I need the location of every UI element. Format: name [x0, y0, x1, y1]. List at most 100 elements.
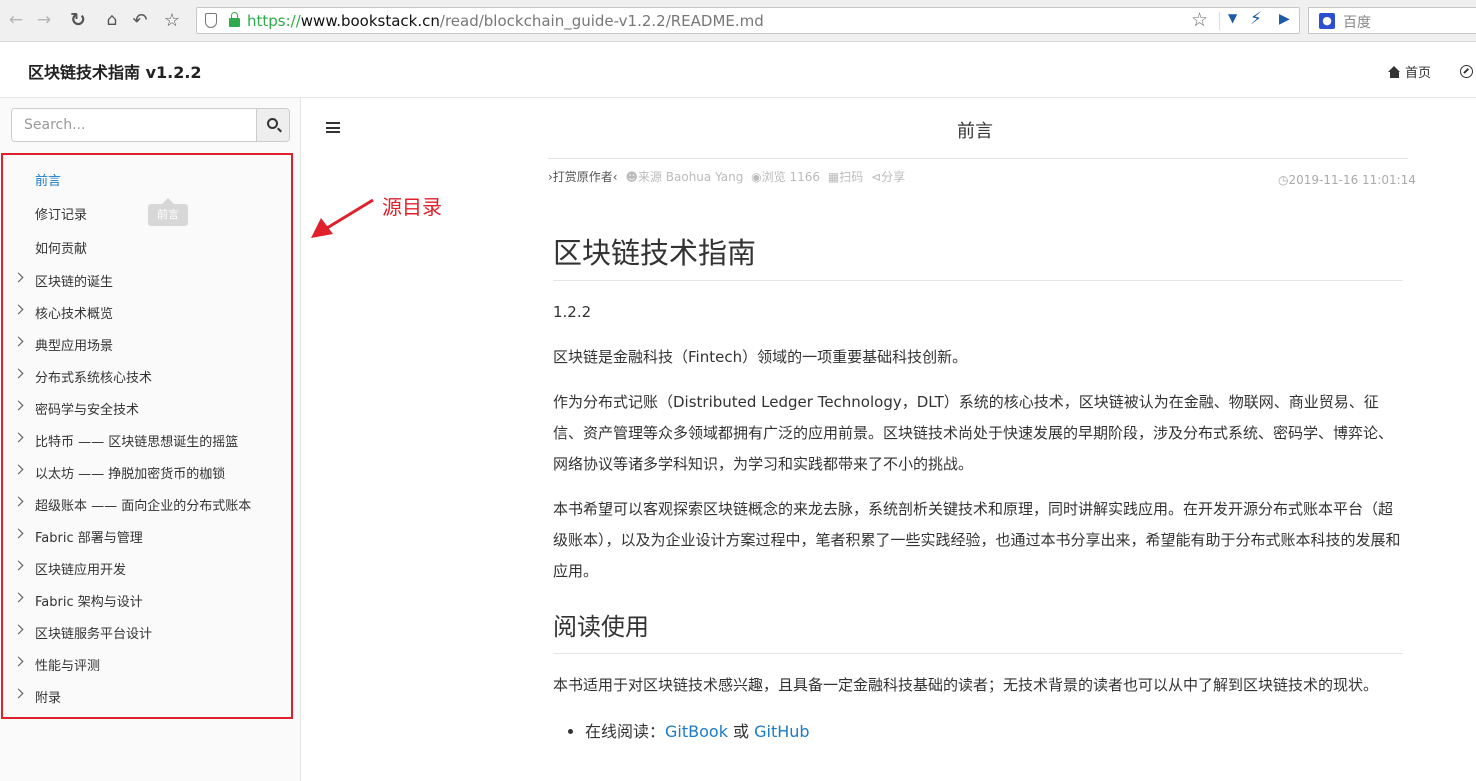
- reload-icon[interactable]: ↻: [66, 8, 90, 32]
- paragraph: 本书适用于对区块链技术感兴趣，且具备一定金融科技基础的读者；无技术背景的读者也可…: [553, 676, 1379, 694]
- chevron-right-icon[interactable]: [13, 528, 24, 539]
- sidebar-item[interactable]: 比特币 —— 区块链思想诞生的摇篮: [0, 424, 290, 456]
- sidebar-item-label: 区块链应用开发: [35, 563, 127, 578]
- publish-time: ◷2019-11-16 11:01:14: [1278, 173, 1416, 187]
- sidebar-search: [11, 108, 290, 142]
- divider: [548, 158, 1408, 159]
- list-item-text: 或: [727, 722, 755, 741]
- undo-icon[interactable]: ↶: [128, 8, 152, 32]
- chevron-right-icon[interactable]: [13, 336, 24, 347]
- sidebar-item[interactable]: 典型应用场景: [0, 328, 290, 360]
- annotation-label: 源目录: [382, 195, 442, 219]
- chevron-right-icon[interactable]: [13, 624, 24, 635]
- version-text: 1.2.2: [553, 303, 592, 321]
- sidebar-item[interactable]: Fabric 架构与设计: [0, 584, 290, 616]
- favorite-star-icon[interactable]: ☆: [1191, 9, 1208, 31]
- search-button[interactable]: [256, 109, 289, 141]
- reward-author-link[interactable]: ›打赏原作者‹: [548, 170, 618, 184]
- chevron-right-icon[interactable]: [13, 272, 24, 283]
- share-icon: ⊲: [871, 170, 882, 184]
- divider: [1219, 12, 1220, 30]
- sidebar-item-label: Fabric 部署与管理: [35, 531, 143, 546]
- page-title: 前言: [957, 121, 993, 142]
- chevron-right-icon[interactable]: [13, 688, 24, 699]
- sidebar-item[interactable]: 区块链服务平台设计: [0, 616, 290, 648]
- site-header: 区块链技术指南 v1.2.2 首页: [0, 42, 1476, 98]
- forward-arrow-icon[interactable]: →: [32, 8, 56, 32]
- sidebar-item-label: Fabric 架构与设计: [35, 595, 143, 610]
- search-icon: [267, 118, 278, 129]
- sidebar-item-label: 前言: [35, 174, 62, 189]
- sidebar-item-label: 超级账本 —— 面向企业的分布式账本: [35, 499, 252, 514]
- sidebar-item[interactable]: 前言: [0, 163, 290, 195]
- sidebar-item[interactable]: 分布式系统核心技术: [0, 360, 290, 392]
- bookmark-star-icon[interactable]: ☆: [160, 8, 184, 32]
- chevron-right-icon[interactable]: [13, 368, 24, 379]
- sidebar-item[interactable]: 区块链应用开发: [0, 552, 290, 584]
- sidebar-item[interactable]: 核心技术概览: [0, 296, 290, 328]
- menu-toggle-icon[interactable]: [326, 122, 340, 133]
- chevron-right-icon[interactable]: [13, 432, 24, 443]
- bullet-list: 在线阅读：GitBook 或 GitHub: [553, 717, 1403, 747]
- browser-search-box[interactable]: ● 百度: [1308, 7, 1476, 34]
- user-icon: ☻: [625, 170, 638, 184]
- sidebar-item[interactable]: 修订记录: [0, 197, 290, 229]
- lightning-icon[interactable]: ⚡: [1250, 9, 1262, 29]
- sidebar-item[interactable]: Fabric 部署与管理: [0, 520, 290, 552]
- sidebar-item-label: 修订记录: [35, 208, 88, 223]
- url-text[interactable]: https://www.bookstack.cn/read/blockchain…: [247, 12, 764, 30]
- dropdown-arrow-icon[interactable]: ▼: [1228, 11, 1237, 25]
- sidebar-item-label: 典型应用场景: [35, 339, 114, 354]
- paragraph: 作为分布式记账（Distributed Ledger Technology，DL…: [553, 393, 1394, 473]
- home-link[interactable]: 首页: [1388, 62, 1431, 81]
- url-path: /read/blockchain_guide-v1.2.2/README.md: [439, 12, 764, 30]
- back-arrow-icon[interactable]: ←: [4, 8, 28, 32]
- sidebar-item[interactable]: 超级账本 —— 面向企业的分布式账本: [0, 488, 290, 520]
- paragraph: 区块链是金融科技（Fintech）领域的一项重要基础科技创新。: [553, 348, 968, 366]
- baidu-paw-icon: ●: [1319, 13, 1335, 29]
- shield-icon[interactable]: [205, 13, 217, 28]
- sidebar-item[interactable]: 如何贡献: [0, 231, 290, 263]
- sidebar: 前言修订记录如何贡献区块链的诞生核心技术概览典型应用场景分布式系统核心技术密码学…: [0, 98, 301, 781]
- play-icon[interactable]: ▶: [1279, 11, 1290, 27]
- sidebar-item-label: 密码学与安全技术: [35, 403, 140, 418]
- browser-toolbar: ← → ↻ ⌂ ↶ ☆ https://www.bookstack.cn/rea…: [0, 0, 1476, 42]
- address-bar[interactable]: https://www.bookstack.cn/read/blockchain…: [196, 7, 1300, 34]
- chevron-right-icon[interactable]: [13, 560, 24, 571]
- clock-icon: ◷: [1278, 173, 1289, 187]
- sidebar-item-label: 以太坊 —— 挣脱加密货币的枷锁: [35, 467, 226, 482]
- sidebar-item-label: 分布式系统核心技术: [35, 371, 153, 386]
- home-icon[interactable]: ⌂: [100, 8, 124, 32]
- sidebar-item[interactable]: 附录: [0, 680, 290, 712]
- compass-icon[interactable]: [1460, 65, 1473, 78]
- github-link[interactable]: GitHub: [754, 722, 809, 741]
- sidebar-item[interactable]: 区块链的诞生: [0, 264, 290, 296]
- article-meta: ›打赏原作者‹ ☻来源 Baohua Yang ◉浏览 1166 ▦扫码 ⊲分享: [548, 168, 905, 185]
- book-title[interactable]: 区块链技术指南 v1.2.2: [28, 59, 202, 83]
- sidebar-item-label: 区块链的诞生: [35, 275, 114, 290]
- annotation-arrow-icon: [311, 198, 374, 238]
- publish-time-value: 2019-11-16 11:01:14: [1288, 173, 1416, 187]
- article-heading: 区块链技术指南: [553, 230, 1403, 281]
- chevron-right-icon[interactable]: [13, 496, 24, 507]
- chevron-right-icon[interactable]: [13, 592, 24, 603]
- list-item-text: 在线阅读：: [585, 722, 666, 741]
- home-icon: [1388, 65, 1401, 78]
- sidebar-item[interactable]: 密码学与安全技术: [0, 392, 290, 424]
- chevron-right-icon[interactable]: [13, 656, 24, 667]
- qrcode-icon: ▦: [827, 170, 840, 184]
- chevron-right-icon[interactable]: [13, 304, 24, 315]
- chevron-right-icon[interactable]: [13, 400, 24, 411]
- search-input[interactable]: [12, 109, 258, 141]
- sidebar-item[interactable]: 以太坊 —— 挣脱加密货币的枷锁: [0, 456, 290, 488]
- sidebar-item-label: 比特币 —— 区块链思想诞生的摇篮: [35, 435, 239, 450]
- url-host: www.bookstack.cn: [300, 12, 440, 30]
- chevron-right-icon[interactable]: [13, 464, 24, 475]
- eye-icon: ◉: [751, 170, 762, 184]
- sidebar-item[interactable]: 性能与评测: [0, 648, 290, 680]
- paragraph: 本书希望可以客观探索区块链概念的来龙去脉，系统剖析关键技术和原理，同时讲解实践应…: [553, 500, 1401, 580]
- list-item: 在线阅读：GitBook 或 GitHub: [585, 717, 1403, 747]
- scan-button[interactable]: 扫码: [839, 170, 863, 184]
- share-button[interactable]: 分享: [881, 170, 905, 184]
- gitbook-link[interactable]: GitBook: [665, 722, 728, 741]
